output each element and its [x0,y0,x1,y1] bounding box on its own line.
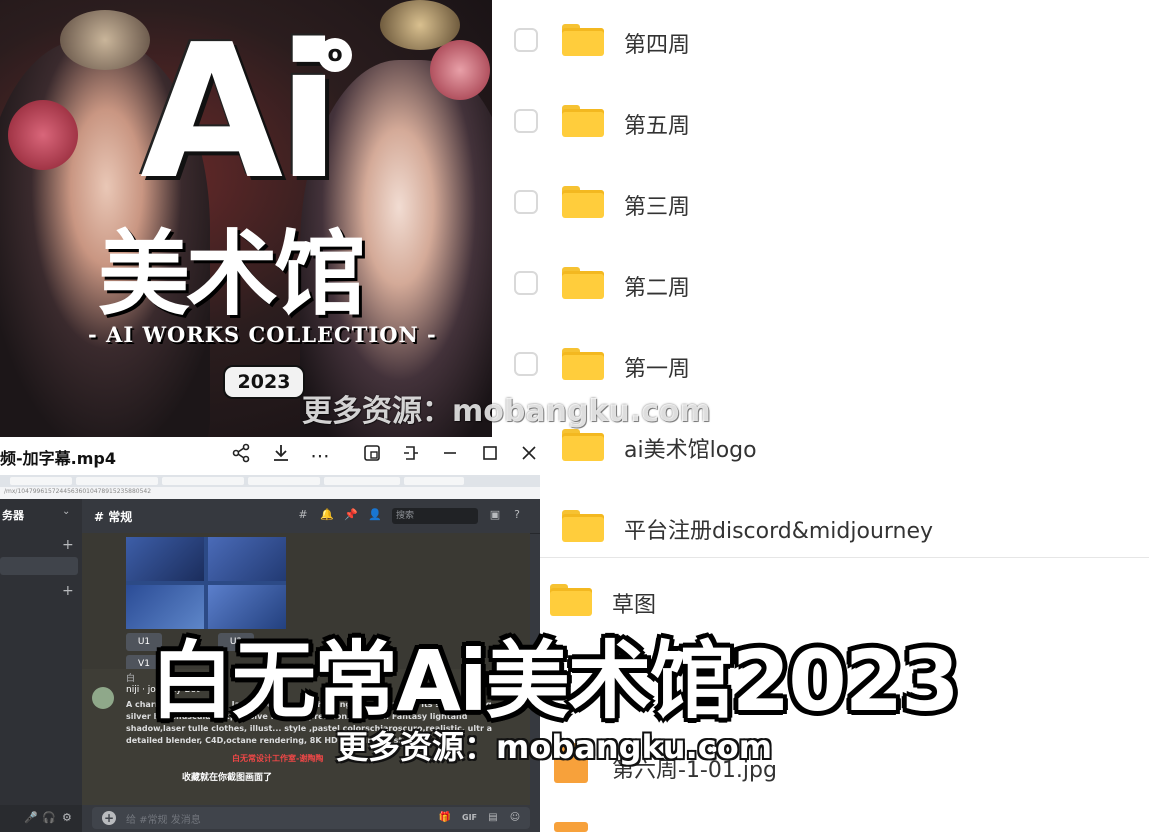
close-icon[interactable] [516,443,540,469]
browser-tab-strip [0,475,540,487]
channel-name: # 常规 [94,510,133,524]
folder-icon [562,429,604,461]
avatar[interactable] [92,687,114,709]
folder-icon [550,584,592,616]
poster-subtitle: - AI WORKS COLLECTION - [88,322,437,347]
server-name[interactable]: 务器 [2,507,24,523]
minimize-icon[interactable] [437,443,463,469]
gift-icon[interactable]: 🎁 [438,811,452,825]
user-panel: 🎤 🎧 ⚙ [0,805,82,832]
watermark: 更多资源：mobangku.com [336,728,773,766]
row-checkbox[interactable] [514,190,538,214]
image-cell [126,537,204,581]
reply-reference: 白 [126,674,136,684]
poster-thumbnail: Ai o 美术馆 - AI WORKS COLLECTION - 2023 [0,0,492,437]
browser-tab[interactable] [324,477,400,485]
row-checkbox[interactable] [514,109,538,133]
watermark: 更多资源：mobangku.com [302,394,711,429]
settings-icon[interactable]: ⚙ [62,811,72,824]
headphones-icon[interactable]: 🎧 [42,811,56,824]
row-checkbox[interactable] [514,271,538,295]
row-checkbox[interactable] [514,352,538,376]
browser-tab[interactable] [162,477,244,485]
file-name: 第三周 [624,195,691,220]
list-item[interactable]: 第二周 [500,253,1149,313]
share-icon[interactable] [228,443,254,469]
list-item[interactable]: 第五周 [500,91,1149,151]
pip-icon[interactable] [359,443,385,469]
search-input[interactable]: 搜索 [392,508,478,524]
help-icon[interactable]: ? [510,508,524,522]
list-item[interactable]: 平台注册discord&midjourney [500,496,1149,556]
add-channel-icon[interactable]: + [62,583,74,599]
members-icon[interactable]: 👤 [368,508,382,522]
chevron-down-icon[interactable]: ⌄ [62,506,70,517]
file-name: ai美术馆logo [624,438,757,463]
poster-year-badge: 2023 [225,367,303,397]
folder-icon [562,267,604,299]
inbox-icon[interactable]: ▣ [488,508,502,522]
flower-ornament [430,40,490,100]
flower-ornament [8,100,78,170]
browser-tab[interactable] [76,477,158,485]
threads-icon[interactable]: # [296,508,310,522]
add-channel-icon[interactable]: + [62,537,74,553]
gif-icon[interactable]: GIF [462,811,477,825]
emoji-icon[interactable]: ☺ [508,811,522,825]
download-icon[interactable] [268,443,294,469]
image-cell [208,537,286,581]
message-placeholder: 给 #常规 发消息 [126,815,201,826]
pin-icon[interactable] [398,443,424,469]
channel-sidebar: 务器 ⌄ + + 🎤 🎧 ⚙ [0,499,82,832]
browser-tab[interactable] [248,477,320,485]
image-file-icon [554,822,588,832]
list-item[interactable]: 第一周 [500,334,1149,394]
poster-title: 美术馆 [98,221,366,328]
video-title: 频-加字幕.mp4 [0,449,116,468]
folder-icon [562,105,604,137]
folder-icon [562,186,604,218]
message-input[interactable]: + 给 #常规 发消息 🎁 GIF ▤ ☺ [92,807,530,829]
mute-icon[interactable]: 🎤 [24,811,38,824]
add-attachment-icon[interactable]: + [102,811,116,825]
list-item[interactable]: 第四周 [500,10,1149,70]
file-name: 第二周 [624,276,691,301]
bell-icon[interactable]: 🔔 [320,508,334,522]
file-name: 第一周 [624,357,691,382]
sticker-icon[interactable]: ▤ [486,811,500,825]
studio-credit: 白无常设计工作室-谢陶陶 [232,754,324,763]
pin-icon[interactable]: 📌 [344,508,358,522]
folder-icon [562,24,604,56]
list-item[interactable]: 第三周 [500,172,1149,232]
selected-channel[interactable] [0,557,78,575]
file-name: 第四周 [624,33,691,58]
browser-tab[interactable] [10,477,72,485]
browser-tab[interactable] [404,477,464,485]
player-titlebar: 频-加字幕.mp4 ⋯ [0,437,540,475]
poster-ai-logo: Ai [140,4,341,220]
channel-header: # 常规 # 🔔 📌 👤 搜索 ▣ ? [82,499,540,533]
more-icon[interactable]: ⋯ [307,443,333,469]
url-text: /mx/10479961572445636010478915235880542 [4,488,152,495]
list-divider [540,557,1149,558]
overlay-title: 白无常Ai美术馆2023 [150,632,960,730]
poster-logo-dot: o [318,38,352,72]
folder-icon [562,348,604,380]
browser-address-bar[interactable]: /mx/10479961572445636010478915235880542 [0,487,540,499]
row-checkbox[interactable] [514,28,538,52]
file-name: 平台注册discord&midjourney [624,519,934,544]
maximize-icon[interactable] [477,443,503,469]
file-name: 第五周 [624,114,691,139]
headdress-ornament [60,10,150,70]
folder-icon [562,510,604,542]
headdress-ornament [380,0,460,50]
video-subtitle: 收藏就在你截图画面了 [182,773,273,783]
